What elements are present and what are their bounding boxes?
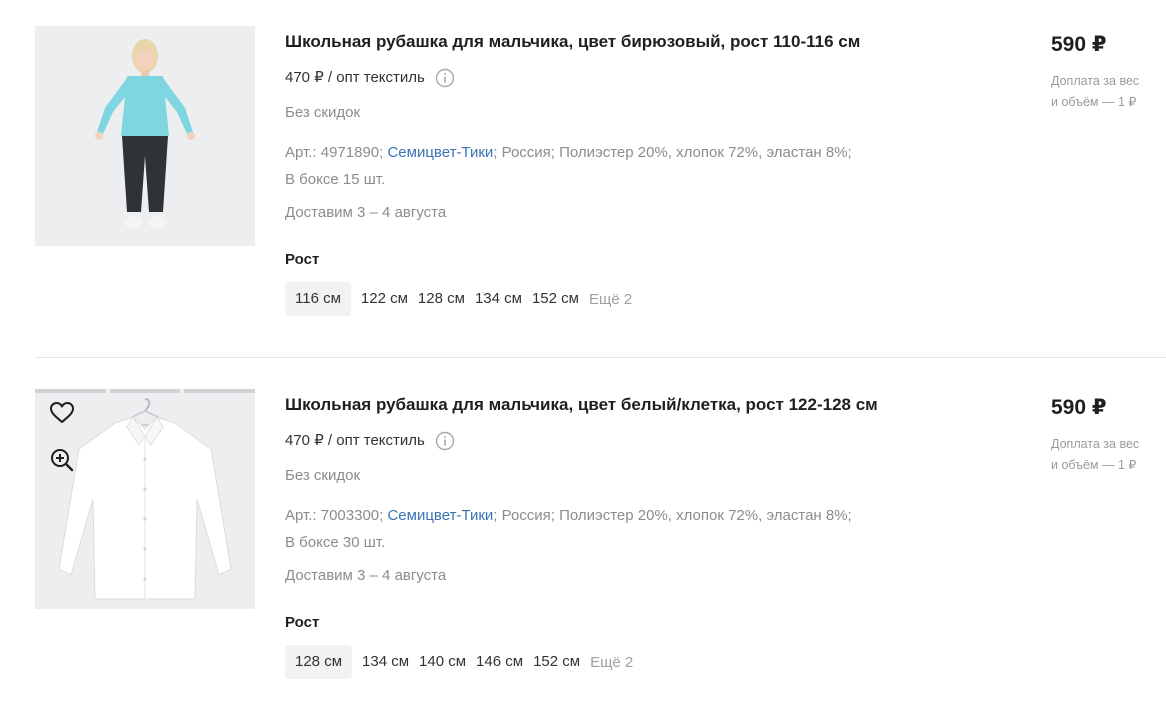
more-sizes-link[interactable]: Ещё 2 [590,647,633,678]
product-price: 590 ₽ [1051,33,1107,56]
wholesale-price: 470 ₽ / опт текстиль [285,431,985,451]
article-number: Арт.: 7003300; [285,507,384,524]
product-title[interactable]: Школьная рубашка для мальчика, цвет белы… [285,394,985,416]
country: ; Россия; [493,507,555,524]
zoom-in-icon [51,449,74,472]
heart-icon [50,402,74,423]
box-quantity: В боксе 30 шт. [285,534,386,551]
size-option[interactable]: 146 см [476,645,533,679]
size-option-selected[interactable]: 128 см [285,645,353,679]
size-option[interactable]: 152 см [533,645,590,679]
gallery-dot[interactable] [35,389,106,393]
delivery-date: Доставим 3 – 4 августа [285,204,447,221]
size-option[interactable]: 128 см [418,282,475,316]
wholesale-price-text: 470 ₽ / опт текстиль [285,432,425,449]
discount-status: Без скидок [285,104,360,121]
product-card: Школьная рубашка для мальчика, цвет бирю… [35,26,1166,356]
country: ; Россия; [493,144,555,161]
add-to-favorites-button[interactable] [49,401,79,431]
product-list: Школьная рубашка для мальчика, цвет бирю… [0,0,1166,711]
surcharge-line-2: и объём — 1 ₽ [1051,95,1137,109]
more-sizes-link[interactable]: Ещё 2 [589,284,632,315]
box-quantity: В боксе 15 шт. [285,171,386,188]
boy-turquoise-shirt-photo [35,26,255,246]
surcharge-line-1: Доплата за вес [1051,437,1140,451]
gallery-dot[interactable] [109,389,181,393]
brand-link[interactable]: Семицвет-Тики [387,144,493,161]
product-meta: Арт.: 4971890; Семицвет-Тики; Россия; По… [285,139,945,193]
product-image[interactable] [35,389,255,609]
price-column: 590 ₽ Доплата за вес и объём — 1 ₽ [1051,26,1166,113]
size-option[interactable]: 134 см [362,645,419,679]
product-price: 590 ₽ [1051,396,1107,419]
wholesale-price: 470 ₽ / опт текстиль [285,68,985,88]
product-info: Школьная рубашка для мальчика, цвет бирю… [285,26,985,316]
size-label: Рост [285,251,320,268]
surcharge-line-2: и объём — 1 ₽ [1051,458,1137,472]
product-divider [35,357,1166,358]
price-column: 590 ₽ Доплата за вес и объём — 1 ₽ [1051,389,1166,476]
composition: Полиэстер 20%, хлопок 72%, эластан 8%; [559,507,852,524]
size-option[interactable]: 140 см [419,645,476,679]
info-icon[interactable] [435,431,455,451]
weight-surcharge: Доплата за вес и объём — 1 ₽ [1051,434,1166,476]
size-option[interactable]: 134 см [475,282,532,316]
size-option-selected[interactable]: 116 см [285,282,351,316]
product-title[interactable]: Школьная рубашка для мальчика, цвет бирю… [285,31,985,53]
discount-status: Без скидок [285,467,360,484]
article-number: Арт.: 4971890; [285,144,384,161]
delivery-date: Доставим 3 – 4 августа [285,567,447,584]
size-label: Рост [285,614,320,631]
size-option[interactable]: 152 см [532,282,589,316]
composition: Полиэстер 20%, хлопок 72%, эластан 8%; [559,144,852,161]
zoom-button[interactable] [49,447,79,477]
weight-surcharge: Доплата за вес и объём — 1 ₽ [1051,71,1166,113]
size-selector: 128 см 134 см 140 см 146 см 152 см Ещё 2 [285,645,985,679]
product-info: Школьная рубашка для мальчика, цвет белы… [285,389,985,679]
gallery-dot[interactable] [184,389,255,393]
product-meta: Арт.: 7003300; Семицвет-Тики; Россия; По… [285,502,945,556]
surcharge-line-1: Доплата за вес [1051,74,1140,88]
gallery-indicator [35,389,255,393]
product-card: Школьная рубашка для мальчика, цвет белы… [35,389,1166,711]
wholesale-price-text: 470 ₽ / опт текстиль [285,69,425,86]
product-image[interactable] [35,26,255,246]
info-icon[interactable] [435,68,455,88]
size-option[interactable]: 122 см [361,282,418,316]
brand-link[interactable]: Семицвет-Тики [387,507,493,524]
size-selector: 116 см 122 см 128 см 134 см 152 см Ещё 2 [285,282,985,316]
